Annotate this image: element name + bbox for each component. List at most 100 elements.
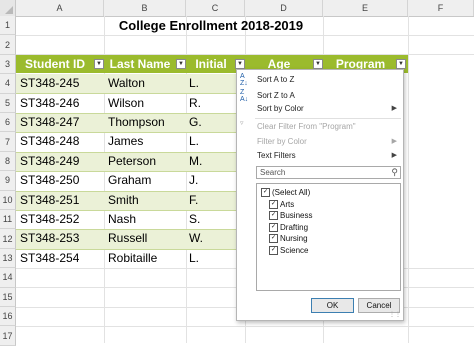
filter-dropdown-program[interactable]: ▼ xyxy=(396,59,406,69)
filter-value-business[interactable]: ✓ Business xyxy=(269,210,312,222)
gridline xyxy=(408,16,409,343)
checkbox-checked-icon[interactable]: ✓ xyxy=(261,188,270,198)
cell-initial[interactable]: M. xyxy=(189,152,202,171)
sort-by-color-item[interactable]: Sort by Color ▶ xyxy=(237,101,403,117)
cell-initial[interactable]: S. xyxy=(189,210,200,229)
row-header-9[interactable]: 9 xyxy=(0,171,16,191)
filter-value-label: Arts xyxy=(280,199,295,209)
checkbox-checked-icon[interactable]: ✓ xyxy=(269,211,278,221)
filter-value-label: Drafting xyxy=(280,222,309,232)
cell-last-name[interactable]: Robitaille xyxy=(108,249,157,268)
submenu-arrow-icon: ▶ xyxy=(391,152,397,159)
row-header-8[interactable]: 8 xyxy=(0,151,16,172)
row-header-1[interactable]: 1 xyxy=(0,16,16,36)
cell-initial[interactable]: L. xyxy=(189,74,199,93)
column-header-b[interactable]: B xyxy=(104,0,186,16)
cancel-button[interactable]: Cancel xyxy=(358,298,400,313)
column-header-f[interactable]: F xyxy=(408,0,474,16)
row-header-15[interactable]: 15 xyxy=(0,287,16,307)
row-header-3[interactable]: 3 xyxy=(0,54,16,75)
row-header-11[interactable]: 11 xyxy=(0,210,16,230)
row-header-12[interactable]: 12 xyxy=(0,229,16,249)
cell-student-id[interactable]: ST348-247 xyxy=(20,113,79,132)
cell-student-id[interactable]: ST348-252 xyxy=(20,210,79,229)
sort-by-color-label: Sort by Color xyxy=(257,104,304,113)
text-filters-item[interactable]: Text Filters ▶ xyxy=(237,148,403,164)
cell-student-id[interactable]: ST348-250 xyxy=(20,171,79,190)
checkbox-checked-icon[interactable]: ✓ xyxy=(269,199,278,209)
row-header-13[interactable]: 13 xyxy=(0,248,16,269)
cell-initial[interactable]: F. xyxy=(189,191,198,210)
cell-initial[interactable]: G. xyxy=(189,113,202,132)
cell-last-name[interactable]: Thompson xyxy=(108,113,165,132)
search-icon: ⚲ xyxy=(391,167,398,177)
cell-student-id[interactable]: ST348-245 xyxy=(20,74,79,93)
cell-initial[interactable]: W. xyxy=(189,229,203,248)
cell-last-name[interactable]: Walton xyxy=(108,74,145,93)
clear-filter-icon: ▿ xyxy=(240,120,244,127)
filter-value-drafting[interactable]: ✓ Drafting xyxy=(269,222,308,234)
filter-menu: A Z↓ Sort A to Z Z A↓ Sort Z to A Sort by … xyxy=(236,69,404,321)
cell-last-name[interactable]: Wilson xyxy=(108,94,144,113)
row-header-16[interactable]: 16 xyxy=(0,307,16,327)
cell-student-id[interactable]: ST348-248 xyxy=(20,132,79,151)
cell-last-name[interactable]: Russell xyxy=(108,229,147,248)
column-header-bar: A B C D E F xyxy=(0,0,474,17)
cell-initial[interactable]: L. xyxy=(189,132,199,151)
submenu-arrow-icon: ▶ xyxy=(391,105,397,112)
filter-value-label: Business xyxy=(280,211,313,220)
sort-a-to-z-label: Sort A to Z xyxy=(257,75,295,84)
filter-value-select-all[interactable]: ✓ (Select All) xyxy=(261,187,310,199)
ok-button[interactable]: OK xyxy=(311,298,354,313)
search-placeholder: Search xyxy=(260,168,286,177)
cell-last-name[interactable]: James xyxy=(108,132,143,151)
checkbox-checked-icon[interactable]: ✓ xyxy=(269,245,278,255)
filter-dropdown-student-id[interactable]: ▼ xyxy=(94,59,104,69)
filter-value-nursing[interactable]: ✓ Nursing xyxy=(269,233,308,245)
filter-dropdown-age[interactable]: ▼ xyxy=(313,59,323,69)
column-header-c[interactable]: C xyxy=(186,0,245,16)
select-all-corner[interactable] xyxy=(0,0,16,16)
cell-initial[interactable]: R. xyxy=(189,94,201,113)
row-header-4[interactable]: 4 xyxy=(0,74,16,94)
row-header-6[interactable]: 6 xyxy=(0,113,16,133)
sheet-title[interactable]: College Enrollment 2018-2019 xyxy=(16,16,406,35)
filter-search-input[interactable]: Search ⚲ xyxy=(256,166,401,179)
cell-student-id[interactable]: ST348-246 xyxy=(20,94,79,113)
cell-last-name[interactable]: Peterson xyxy=(108,152,156,171)
cell-student-id[interactable]: ST348-251 xyxy=(20,191,79,210)
cell-student-id[interactable]: ST348-249 xyxy=(20,152,79,171)
cell-student-id[interactable]: ST348-253 xyxy=(20,229,79,248)
cell-student-id[interactable]: ST348-254 xyxy=(20,249,79,268)
cell-last-name[interactable]: Graham xyxy=(108,171,151,190)
sort-ascending-icon: A Z↓ xyxy=(240,73,248,87)
filter-value-arts[interactable]: ✓ Arts xyxy=(269,199,294,211)
filter-value-label: (Select All) xyxy=(272,188,311,197)
column-header-a[interactable]: A xyxy=(16,0,104,16)
row-header-2[interactable]: 2 xyxy=(0,35,16,55)
filter-value-science[interactable]: ✓ Science xyxy=(269,245,308,257)
header-student-id[interactable]: Student ID xyxy=(16,55,94,73)
header-initial[interactable]: Initial xyxy=(186,55,236,73)
clear-filter-label: Clear Filter From "Program" xyxy=(257,122,356,131)
checkbox-checked-icon[interactable]: ✓ xyxy=(269,222,278,232)
row-header-7[interactable]: 7 xyxy=(0,132,16,152)
checkbox-checked-icon[interactable]: ✓ xyxy=(269,234,278,244)
cell-initial[interactable]: J. xyxy=(189,171,198,190)
text-filters-label: Text Filters xyxy=(257,151,296,160)
row-header-10[interactable]: 10 xyxy=(0,190,16,210)
resize-grip-icon[interactable]: ⋮⋮ xyxy=(389,312,401,318)
cell-last-name[interactable]: Nash xyxy=(108,210,136,229)
filter-dropdown-initial[interactable]: ▼ xyxy=(235,59,245,69)
clear-filter-item[interactable]: ▿ Clear Filter From "Program" xyxy=(237,119,403,135)
row-header-14[interactable]: 14 xyxy=(0,268,16,288)
column-header-e[interactable]: E xyxy=(323,0,408,16)
cell-last-name[interactable]: Smith xyxy=(108,191,139,210)
cell-initial[interactable]: L. xyxy=(189,249,199,268)
sort-a-to-z-item[interactable]: A Z↓ Sort A to Z xyxy=(237,72,403,88)
filter-values-list[interactable]: ✓ (Select All) ✓ Arts ✓ Business ✓ Drafting … xyxy=(256,183,401,291)
filter-dropdown-last-name[interactable]: ▼ xyxy=(176,59,186,69)
header-last-name[interactable]: Last Name xyxy=(104,55,176,73)
column-header-d[interactable]: D xyxy=(245,0,323,16)
row-header-5[interactable]: 5 xyxy=(0,93,16,113)
